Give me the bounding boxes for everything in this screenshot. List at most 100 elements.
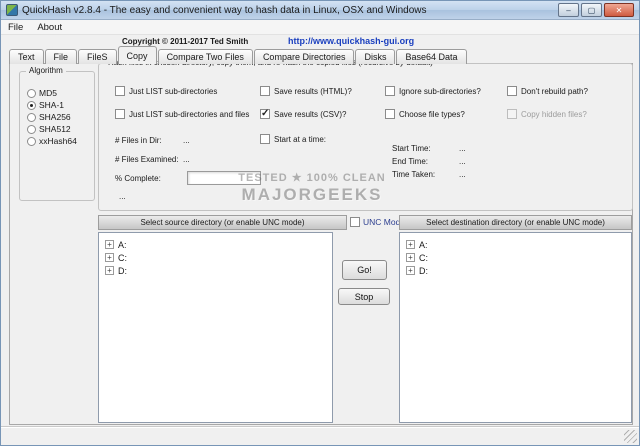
tree-item-drive-d[interactable]: D: xyxy=(105,265,127,276)
expand-icon[interactable] xyxy=(105,253,114,262)
checkbox-label: Start at a time: xyxy=(274,134,327,144)
checkbox-icon xyxy=(385,86,395,96)
percent-complete-value: ... xyxy=(119,192,126,201)
checkbox-icon xyxy=(385,109,395,119)
radio-icon xyxy=(27,136,36,146)
app-icon xyxy=(6,4,18,16)
checkbox-label: Save results (CSV)? xyxy=(274,109,347,119)
checkbox-ignore-subdirs[interactable]: Ignore sub-directories? xyxy=(385,86,481,96)
percent-complete-label: % Complete: xyxy=(115,174,161,183)
radio-icon xyxy=(27,112,36,122)
checkbox-icon xyxy=(507,86,517,96)
tree-item-label: D: xyxy=(118,265,127,276)
tree-item-label: C: xyxy=(118,252,127,263)
checkbox-icon xyxy=(260,134,270,144)
tree-item-label: C: xyxy=(419,252,428,263)
copyright-text: Copyright © 2011-2017 Ted Smith xyxy=(122,37,249,46)
tab-disks[interactable]: Disks xyxy=(355,49,396,64)
tree-item-drive-a[interactable]: A: xyxy=(105,239,127,250)
checkbox-checked-icon xyxy=(260,108,270,119)
tab-copy[interactable]: Copy xyxy=(117,46,157,64)
radio-icon xyxy=(27,88,36,98)
radio-label: MD5 xyxy=(39,88,57,98)
window-title: QuickHash v2.8.4 - The easy and convenie… xyxy=(22,4,427,16)
source-directory-tree[interactable]: A: C: D: xyxy=(98,232,333,423)
tab-file[interactable]: File xyxy=(44,49,78,64)
expand-icon[interactable] xyxy=(406,266,415,275)
tree-item-drive-c[interactable]: C: xyxy=(406,252,428,263)
radio-label: SHA-1 xyxy=(39,100,65,110)
close-icon[interactable] xyxy=(604,3,634,17)
checkbox-icon xyxy=(350,217,360,227)
resize-grip[interactable] xyxy=(624,430,637,443)
checkbox-label: Don't rebuild path? xyxy=(521,86,588,96)
destination-directory-tree[interactable]: A: C: D: xyxy=(399,232,632,423)
tree-item-drive-c[interactable]: C: xyxy=(105,252,127,263)
progress-bar xyxy=(187,171,261,185)
title-bar[interactable]: QuickHash v2.8.4 - The easy and convenie… xyxy=(1,1,639,20)
algorithm-group: Algorithm MD5 SHA-1 SHA256 SHA512 xxHash… xyxy=(19,66,95,201)
tab-strip: Text File FileS Copy Compare Two Files C… xyxy=(9,46,468,64)
start-time-label: Start Time: xyxy=(392,144,431,153)
copy-options-group: Hash files in chosen directory, copy the… xyxy=(98,58,633,211)
checkbox-start-at-time[interactable]: Start at a time: xyxy=(260,134,326,144)
checkbox-disabled-icon xyxy=(507,109,517,119)
checkbox-save-html[interactable]: Save results (HTML)? xyxy=(260,86,352,96)
destination-directory-header: Select destination directory (or enable … xyxy=(399,215,632,230)
radio-sha256[interactable]: SHA256 xyxy=(27,112,71,122)
start-time-value: ... xyxy=(459,144,466,153)
radio-sha512[interactable]: SHA512 xyxy=(27,124,71,134)
radio-xxhash64[interactable]: xxHash64 xyxy=(27,136,77,146)
checkbox-copy-hidden-files: Copy hidden files? xyxy=(507,109,587,119)
expand-icon[interactable] xyxy=(406,253,415,262)
files-in-dir-value: ... xyxy=(183,136,190,145)
tab-compare-directories[interactable]: Compare Directories xyxy=(253,49,355,64)
menu-bar: File About xyxy=(1,20,639,35)
files-examined-value: ... xyxy=(183,155,190,164)
checkbox-icon xyxy=(115,86,125,96)
go-button[interactable]: Go! xyxy=(342,260,387,280)
expand-icon[interactable] xyxy=(105,240,114,249)
radio-label: SHA256 xyxy=(39,112,71,122)
menu-file[interactable]: File xyxy=(1,21,30,34)
radio-label: xxHash64 xyxy=(39,136,77,146)
checkbox-label: Copy hidden files? xyxy=(521,109,587,119)
radio-selected-icon xyxy=(27,100,36,110)
checkbox-label: Ignore sub-directories? xyxy=(399,86,481,96)
tab-files[interactable]: FileS xyxy=(78,49,117,64)
expand-icon[interactable] xyxy=(406,240,415,249)
tree-item-drive-d[interactable]: D: xyxy=(406,265,428,276)
app-window: QuickHash v2.8.4 - The easy and convenie… xyxy=(0,0,640,446)
radio-icon xyxy=(27,124,36,134)
checkbox-label: Choose file types? xyxy=(399,109,465,119)
expand-icon[interactable] xyxy=(105,266,114,275)
checkbox-just-list-subdirs[interactable]: Just LIST sub-directories xyxy=(115,86,217,96)
tree-item-label: D: xyxy=(419,265,428,276)
source-directory-header: Select source directory (or enable UNC m… xyxy=(98,215,347,230)
tab-text[interactable]: Text xyxy=(9,49,44,64)
maximize-icon[interactable] xyxy=(581,3,602,17)
tab-base64-data[interactable]: Base64 Data xyxy=(396,49,467,64)
tab-compare-two-files[interactable]: Compare Two Files xyxy=(157,49,253,64)
checkbox-icon xyxy=(115,109,125,119)
minimize-icon[interactable] xyxy=(558,3,579,17)
files-in-dir-label: # Files in Dir: xyxy=(115,136,162,145)
checkbox-choose-file-types[interactable]: Choose file types? xyxy=(385,109,465,119)
stop-button[interactable]: Stop xyxy=(338,288,390,305)
radio-sha1[interactable]: SHA-1 xyxy=(27,100,64,110)
files-examined-label: # Files Examined: xyxy=(115,155,179,164)
checkbox-just-list-subdirs-files[interactable]: Just LIST sub-directories and files xyxy=(115,109,249,119)
checkbox-save-csv[interactable]: Save results (CSV)? xyxy=(260,108,347,119)
tree-item-drive-a[interactable]: A: xyxy=(406,239,428,250)
checkbox-dont-rebuild-path[interactable]: Don't rebuild path? xyxy=(507,86,588,96)
checkbox-label: Just LIST sub-directories and files xyxy=(129,109,250,119)
end-time-value: ... xyxy=(459,157,466,166)
time-taken-value: ... xyxy=(459,170,466,179)
end-time-label: End Time: xyxy=(392,157,429,166)
checkbox-icon xyxy=(260,86,270,96)
caption-buttons xyxy=(558,3,634,17)
radio-md5[interactable]: MD5 xyxy=(27,88,57,98)
menu-about[interactable]: About xyxy=(30,21,69,34)
radio-label: SHA512 xyxy=(39,124,71,134)
website-link[interactable]: http://www.quickhash-gui.org xyxy=(288,36,414,46)
